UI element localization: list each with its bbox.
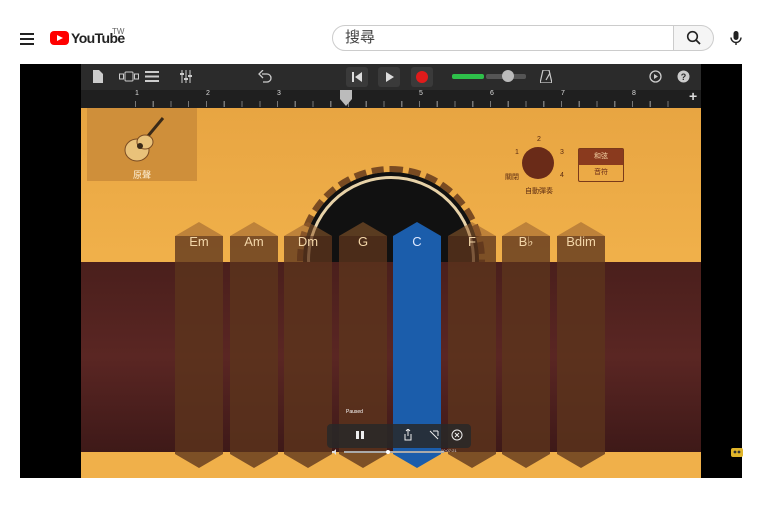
play-icon <box>386 72 394 82</box>
chord-tip <box>502 454 550 468</box>
chord-label: Em <box>189 234 209 249</box>
chord-label: B♭ <box>518 234 534 249</box>
file-icon[interactable] <box>93 70 103 83</box>
chord-label: C <box>412 234 422 249</box>
autoplay-knob[interactable] <box>522 147 554 179</box>
chord-tip <box>230 454 278 468</box>
undo-icon[interactable] <box>258 70 272 83</box>
record-icon <box>416 71 428 83</box>
sticker-icon <box>731 448 743 457</box>
autoplay-position-3: 3 <box>560 149 564 156</box>
chord-strip-bdim[interactable]: Bdim <box>557 222 605 468</box>
chord-body <box>175 236 223 454</box>
timeline-ruler[interactable]: 1 2 3 4 5 6 7 8 + <box>81 88 701 109</box>
player-time: 00:07:21 <box>441 448 457 453</box>
chord-note-toggle[interactable]: 和弦 音符 <box>578 148 624 182</box>
garageband-toolbar: ? <box>81 64 701 90</box>
rewind-icon <box>352 72 362 82</box>
settings-icon[interactable] <box>649 70 662 83</box>
collapse-icon[interactable] <box>429 430 439 440</box>
volume-icon[interactable] <box>332 449 340 455</box>
chord-tip <box>393 454 441 468</box>
chord-label: Dm <box>297 234 319 249</box>
chord-strip-dm[interactable]: Dm <box>284 222 332 468</box>
volume-slider-knob[interactable] <box>502 70 514 82</box>
metronome-icon[interactable] <box>540 70 552 83</box>
chords-mode-button[interactable]: 和弦 <box>579 149 623 165</box>
chord-tip <box>175 454 223 468</box>
mixer-icon[interactable] <box>179 70 193 83</box>
region-code: TW <box>112 27 125 36</box>
recording-controls <box>327 424 471 448</box>
mic-icon[interactable] <box>728 30 744 46</box>
chord-label: F <box>468 234 476 249</box>
chord-label: Am <box>244 234 264 249</box>
help-icon[interactable]: ? <box>677 70 690 83</box>
search-button[interactable] <box>674 25 714 51</box>
chord-tip <box>284 454 332 468</box>
chord-body <box>230 236 278 454</box>
chord-strip-em[interactable]: Em <box>175 222 223 468</box>
chord-body <box>448 236 496 454</box>
ruler-mark: 2 <box>206 90 210 97</box>
autoplay-position-2: 2 <box>537 136 541 143</box>
player-state: Paused <box>346 409 363 415</box>
chord-strip-bb[interactable]: B♭ <box>502 222 550 468</box>
tracks-icon[interactable] <box>145 71 159 82</box>
ruler-mark: 6 <box>490 90 494 97</box>
chord-body <box>339 236 387 454</box>
ruler-mark: 8 <box>632 90 636 97</box>
chord-tip <box>448 454 496 468</box>
instrument-label: 原聲 <box>132 170 151 180</box>
guitar-icon <box>124 117 165 162</box>
youtube-logo-icon[interactable] <box>50 31 69 45</box>
chord-tip <box>557 454 605 468</box>
chord-body <box>284 236 332 454</box>
view-icon[interactable] <box>119 71 139 82</box>
pause-icon[interactable] <box>355 430 365 440</box>
guitar-body-lower <box>81 452 701 478</box>
record-button[interactable] <box>411 67 433 87</box>
garageband-screen: ? 1 2 3 4 5 6 7 8 + <box>81 64 701 478</box>
chord-strip-am[interactable]: Am <box>230 222 278 468</box>
autoplay-off-label: 關閉 <box>505 174 519 181</box>
svg-text:?: ? <box>681 72 687 82</box>
ruler-mark: 3 <box>277 90 281 97</box>
chord-label: G <box>357 234 369 249</box>
chord-tip <box>339 454 387 468</box>
progress-bar[interactable] <box>344 451 444 453</box>
playhead-icon[interactable] <box>340 90 352 108</box>
chord-body <box>502 236 550 454</box>
autoplay-position-4: 4 <box>560 172 564 179</box>
ruler-mark: 7 <box>561 90 565 97</box>
chord-body <box>557 236 605 454</box>
share-icon[interactable] <box>403 429 413 441</box>
ruler-mark: 1 <box>135 90 139 97</box>
ruler-mark: 5 <box>419 90 423 97</box>
chord-label: Bdim <box>566 234 596 249</box>
rewind-button[interactable] <box>346 67 368 87</box>
search-icon <box>686 30 701 45</box>
video-player[interactable]: ? 1 2 3 4 5 6 7 8 + <box>20 64 742 478</box>
notes-mode-button[interactable]: 音符 <box>579 165 623 181</box>
progress-knob[interactable] <box>386 450 390 454</box>
close-icon[interactable] <box>451 429 463 441</box>
chord-body <box>393 236 441 454</box>
instrument-selector[interactable]: 原聲 <box>87 108 197 181</box>
plus-icon[interactable]: + <box>689 88 697 104</box>
menu-icon[interactable] <box>20 33 34 45</box>
search-input[interactable]: 搜尋 <box>332 25 674 51</box>
autoplay-position-1: 1 <box>515 149 519 156</box>
autoplay-label: 自動彈奏 <box>525 188 553 195</box>
play-button[interactable] <box>378 67 400 87</box>
level-meter <box>452 74 484 79</box>
ruler-ticks <box>135 101 675 107</box>
